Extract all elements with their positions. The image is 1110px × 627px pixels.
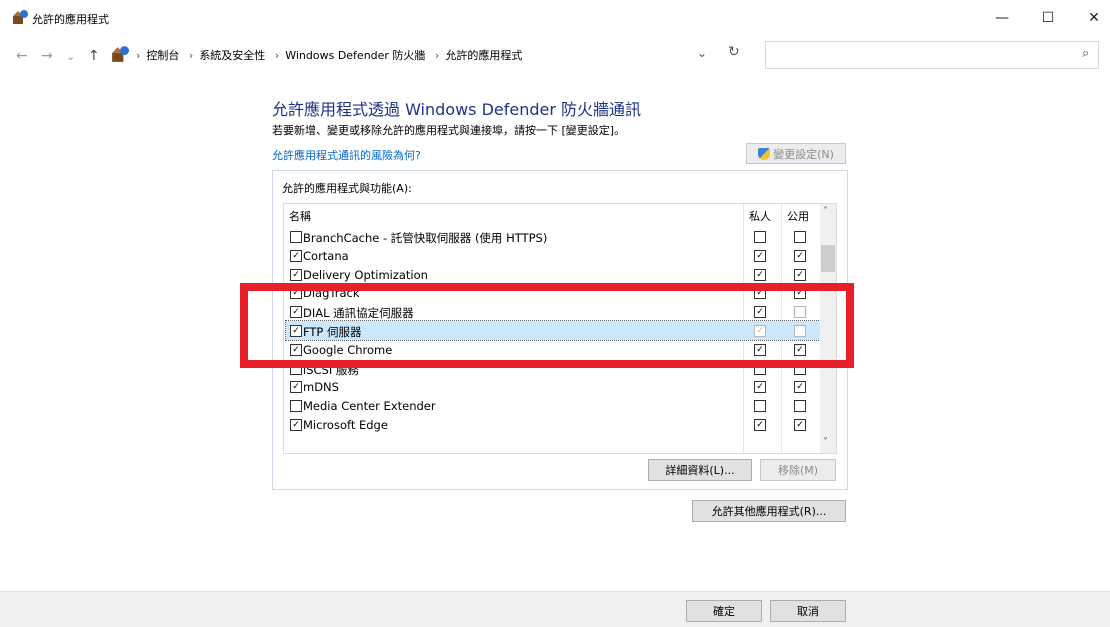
remove-button[interactable]: 移除(M) <box>760 459 836 481</box>
close-button[interactable]: ✕ <box>1071 0 1110 36</box>
column-header-name[interactable]: 名稱 <box>289 208 311 224</box>
breadcrumb-item[interactable]: 允許的應用程式 <box>445 49 522 62</box>
app-name: BranchCache - 託管快取伺服器 (使用 HTTPS) <box>303 231 548 245</box>
enable-checkbox[interactable] <box>290 268 302 281</box>
column-header-public[interactable]: 公用 <box>787 208 809 224</box>
back-icon[interactable]: ← <box>16 48 28 64</box>
app-name: mDNS <box>303 380 339 395</box>
table-row[interactable]: Delivery Optimization <box>286 265 820 284</box>
breadcrumb-separator: › <box>136 49 141 62</box>
page-title: 允許應用程式透過 Windows Defender 防火牆通訊 <box>272 100 642 119</box>
private-checkbox[interactable] <box>754 381 766 394</box>
title-bar: 允許的應用程式 — ☐ ✕ <box>0 0 1110 36</box>
change-settings-label: 變更設定(N) <box>773 147 834 161</box>
app-name: Media Center Extender <box>303 399 436 414</box>
up-icon[interactable]: ↑ <box>88 48 100 64</box>
breadcrumb: › 控制台 › 系統及安全性 › Windows Defender 防火牆 › 允許的應… <box>136 47 522 63</box>
group-title: 允許的應用程式與功能(A): <box>282 182 412 195</box>
change-settings-button[interactable]: 變更設定(N) <box>746 143 846 164</box>
enable-checkbox[interactable] <box>290 400 302 413</box>
firewall-app-icon <box>13 10 28 24</box>
column-header-private[interactable]: 私人 <box>749 208 771 224</box>
risk-help-link[interactable]: 允許應用程式通訊的風險為何? <box>272 147 421 163</box>
scrollbar-thumb[interactable] <box>821 245 835 272</box>
private-checkbox[interactable] <box>754 268 766 281</box>
breadcrumb-separator: › <box>188 49 194 62</box>
public-checkbox[interactable] <box>794 419 806 431</box>
ok-button[interactable]: 確定 <box>686 600 762 622</box>
breadcrumb-separator: › <box>434 49 440 62</box>
window-title: 允許的應用程式 <box>32 13 109 26</box>
private-checkbox[interactable] <box>754 231 766 243</box>
enable-checkbox[interactable] <box>290 419 302 431</box>
breadcrumb-item[interactable]: 控制台 <box>146 49 179 62</box>
recent-locations-icon[interactable]: ⌄ <box>66 50 75 63</box>
control-panel-icon <box>112 46 129 62</box>
enable-checkbox[interactable] <box>290 381 302 394</box>
scroll-up-icon[interactable]: ˄ <box>823 206 828 217</box>
app-name: Microsoft Edge <box>303 418 388 432</box>
breadcrumb-item[interactable]: Windows Defender 防火牆 <box>285 49 425 62</box>
breadcrumb-separator: › <box>274 49 280 62</box>
forward-icon[interactable]: → <box>41 48 53 64</box>
public-checkbox[interactable] <box>794 249 806 262</box>
private-checkbox[interactable] <box>754 249 766 262</box>
app-name: Cortana <box>303 248 349 263</box>
details-button[interactable]: 詳細資料(L)... <box>648 459 752 481</box>
public-checkbox[interactable] <box>794 268 806 281</box>
refresh-icon[interactable]: ↻ <box>728 44 740 60</box>
shield-icon <box>758 147 771 160</box>
search-icon[interactable]: ⌕ <box>1082 46 1089 61</box>
table-row[interactable]: Cortana <box>286 246 820 265</box>
public-checkbox[interactable] <box>794 381 806 394</box>
footer-bar <box>0 591 1110 627</box>
search-input[interactable] <box>765 41 1099 69</box>
public-checkbox[interactable] <box>794 400 806 413</box>
table-row[interactable]: Media Center Extender <box>286 396 820 415</box>
private-checkbox[interactable] <box>754 419 766 431</box>
instruction-text: 若要新增、變更或移除允許的應用程式與連接埠，請按一下 [變更設定]。 <box>272 124 626 137</box>
table-row[interactable]: BranchCache - 託管快取伺服器 (使用 HTTPS) <box>286 227 820 246</box>
public-checkbox[interactable] <box>794 231 806 243</box>
minimize-button[interactable]: — <box>979 0 1025 36</box>
app-name: Delivery Optimization <box>303 267 428 282</box>
allow-other-app-button[interactable]: 允許其他應用程式(R)... <box>692 500 846 522</box>
enable-checkbox[interactable] <box>290 249 302 262</box>
highlight-annotation <box>240 283 854 368</box>
table-row[interactable]: Microsoft Edge <box>286 415 820 434</box>
private-checkbox[interactable] <box>754 400 766 413</box>
cancel-button[interactable]: 取消 <box>770 600 846 622</box>
table-row[interactable]: mDNS <box>286 377 820 396</box>
breadcrumb-item[interactable]: 系統及安全性 <box>199 49 265 62</box>
maximize-button[interactable]: ☐ <box>1025 0 1071 36</box>
scroll-down-icon[interactable]: ˅ <box>823 437 828 448</box>
address-dropdown-icon[interactable]: ⌄ <box>697 46 707 60</box>
enable-checkbox[interactable] <box>290 231 302 243</box>
